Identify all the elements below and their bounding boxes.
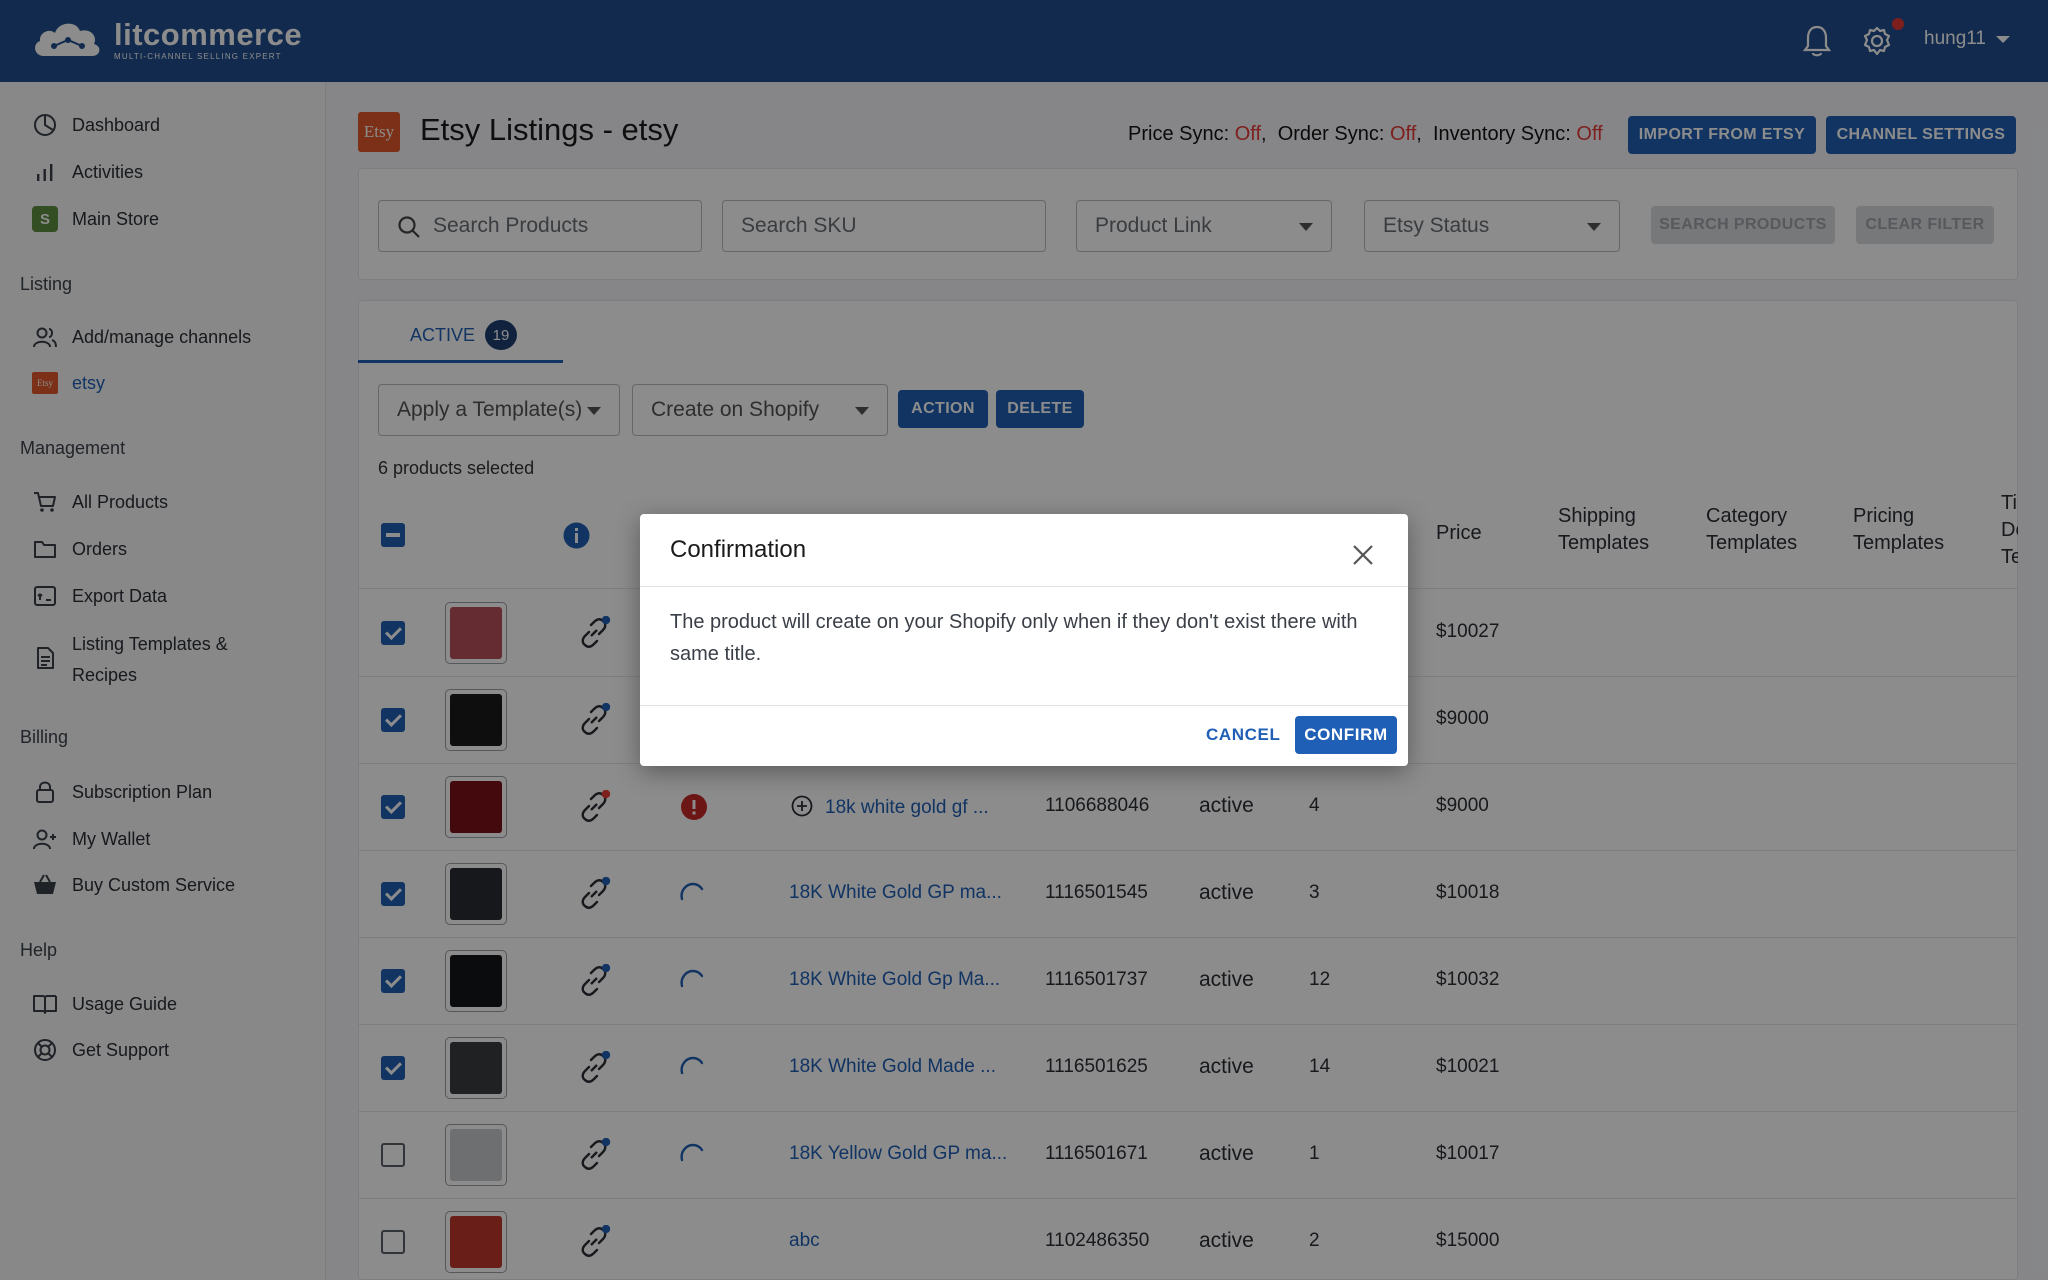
dialog-divider: [640, 586, 1408, 587]
close-icon[interactable]: [1350, 542, 1376, 568]
dialog-title: Confirmation: [670, 536, 807, 563]
dialog-divider: [640, 705, 1408, 706]
dialog-message: The product will create on your Shopify …: [670, 611, 1358, 665]
confirm-button[interactable]: CONFIRM: [1295, 716, 1397, 754]
confirmation-dialog: Confirmation The product will create on …: [640, 514, 1408, 766]
cancel-button[interactable]: CANCEL: [1206, 716, 1280, 754]
